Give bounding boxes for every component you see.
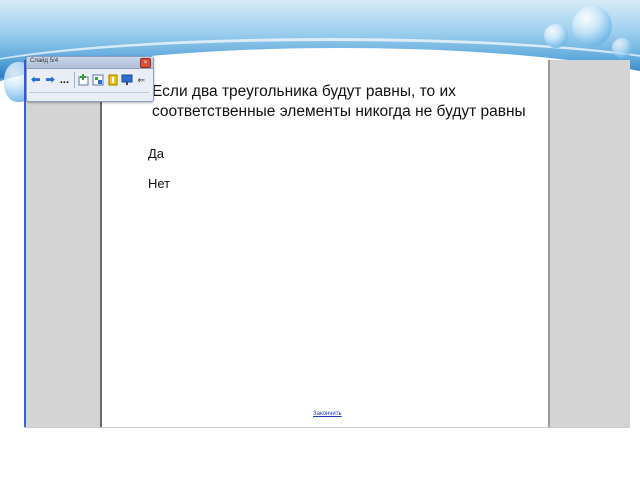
question-line-1: Если два треугольника будут равны, то их — [152, 83, 456, 100]
slide-sorter-icon[interactable] — [91, 73, 104, 87]
notes-icon[interactable] — [106, 73, 119, 87]
answer-option-no[interactable]: Нет — [148, 176, 170, 191]
presentation-icon[interactable] — [120, 73, 133, 87]
question-text: Если два треугольника будут равны, то их… — [152, 82, 544, 122]
slideshow-toolbar: Слайд 5/4 × ⬅ ➡ ... ⇐ — [26, 56, 154, 102]
decorative-bubble — [612, 38, 632, 58]
toolbar-status-strip — [29, 92, 149, 99]
left-side-panel — [24, 60, 102, 428]
back-arrow-icon[interactable]: ⬅ — [29, 73, 42, 87]
close-icon[interactable]: × — [140, 58, 151, 68]
question-line-2: соответственные элементы никогда не буду… — [152, 103, 526, 120]
toolbar-title: Слайд 5/4 — [30, 58, 59, 64]
toolbar-separator — [74, 72, 76, 88]
decorative-bubble — [544, 24, 568, 48]
toolbar-buttons: ⬅ ➡ ... ⇐ — [29, 70, 149, 90]
left-panel-divider — [100, 60, 102, 428]
toolbar-title-bar[interactable]: Слайд 5/4 × — [27, 57, 153, 69]
forward-arrow-icon[interactable]: ➡ — [43, 73, 56, 87]
answer-option-yes[interactable]: Да — [148, 146, 164, 161]
collapse-toolbar-icon[interactable]: ⇐ — [135, 73, 148, 87]
insert-slide-icon[interactable] — [77, 73, 90, 87]
more-options-icon[interactable]: ... — [58, 73, 71, 87]
finish-link[interactable]: Закончить — [313, 411, 342, 417]
right-side-panel — [548, 60, 630, 428]
slide-bottom-border — [24, 427, 628, 428]
decorative-bubble — [572, 6, 612, 46]
